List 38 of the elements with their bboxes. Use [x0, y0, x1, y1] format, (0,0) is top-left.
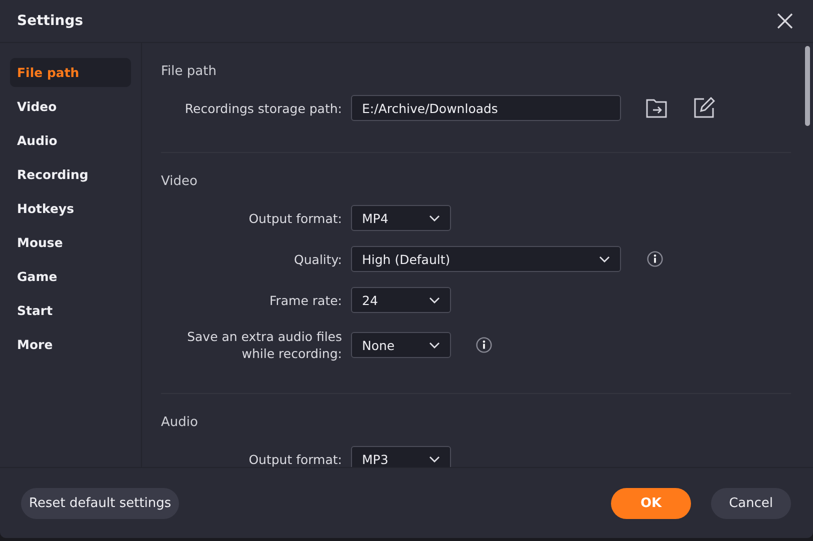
close-icon[interactable] — [777, 13, 793, 29]
scrollbar-thumb[interactable] — [805, 46, 810, 126]
section-title: Audio — [161, 415, 199, 430]
dropdown[interactable]: 24 — [351, 287, 451, 313]
dropdown[interactable]: High (Default) — [351, 246, 621, 272]
field-label: Output format: — [248, 450, 342, 467]
dropdown[interactable]: None — [351, 332, 451, 358]
dropdown[interactable]: MP3 — [351, 446, 451, 467]
field-label: Save an extra audio files while recording: — [186, 328, 342, 362]
chevron-down-icon — [429, 456, 440, 462]
info-icon[interactable] — [476, 337, 492, 353]
chevron-down-icon — [429, 296, 440, 304]
field-label: Frame rate: — [268, 292, 342, 308]
reset-button[interactable]: Reset default settings — [21, 488, 180, 518]
window-title: Settings — [17, 13, 84, 29]
chevron-down-icon — [599, 256, 610, 262]
folder-icon[interactable] — [645, 97, 669, 119]
info-icon[interactable] — [647, 251, 663, 267]
section-title: File path — [161, 64, 218, 79]
sidebar-item[interactable]: File path — [10, 58, 131, 87]
sidebar-item[interactable]: Mouse — [10, 228, 131, 257]
field-label: Quality: — [293, 250, 342, 268]
sidebar-item[interactable]: Game — [10, 262, 131, 291]
sidebar-item[interactable]: Hotkeys — [10, 194, 131, 223]
path-field[interactable]: E:/Archive/Downloads — [351, 95, 621, 121]
edit-icon[interactable] — [693, 97, 715, 119]
dropdown[interactable]: MP4 — [351, 205, 451, 231]
cancel-button[interactable]: Cancel — [711, 488, 791, 518]
field-label: Recordings storage path: — [184, 100, 342, 116]
chevron-down-icon — [429, 342, 440, 348]
sidebar-item[interactable]: Start — [10, 296, 131, 325]
section-title: Video — [161, 174, 198, 189]
sidebar-item[interactable]: Video — [10, 92, 131, 121]
chevron-down-icon — [429, 214, 440, 222]
sidebar-item[interactable]: Audio — [10, 126, 131, 155]
sidebar-item[interactable]: More — [10, 330, 131, 359]
field-label: Output format: — [248, 210, 342, 226]
sidebar-item[interactable]: Recording — [10, 160, 131, 189]
